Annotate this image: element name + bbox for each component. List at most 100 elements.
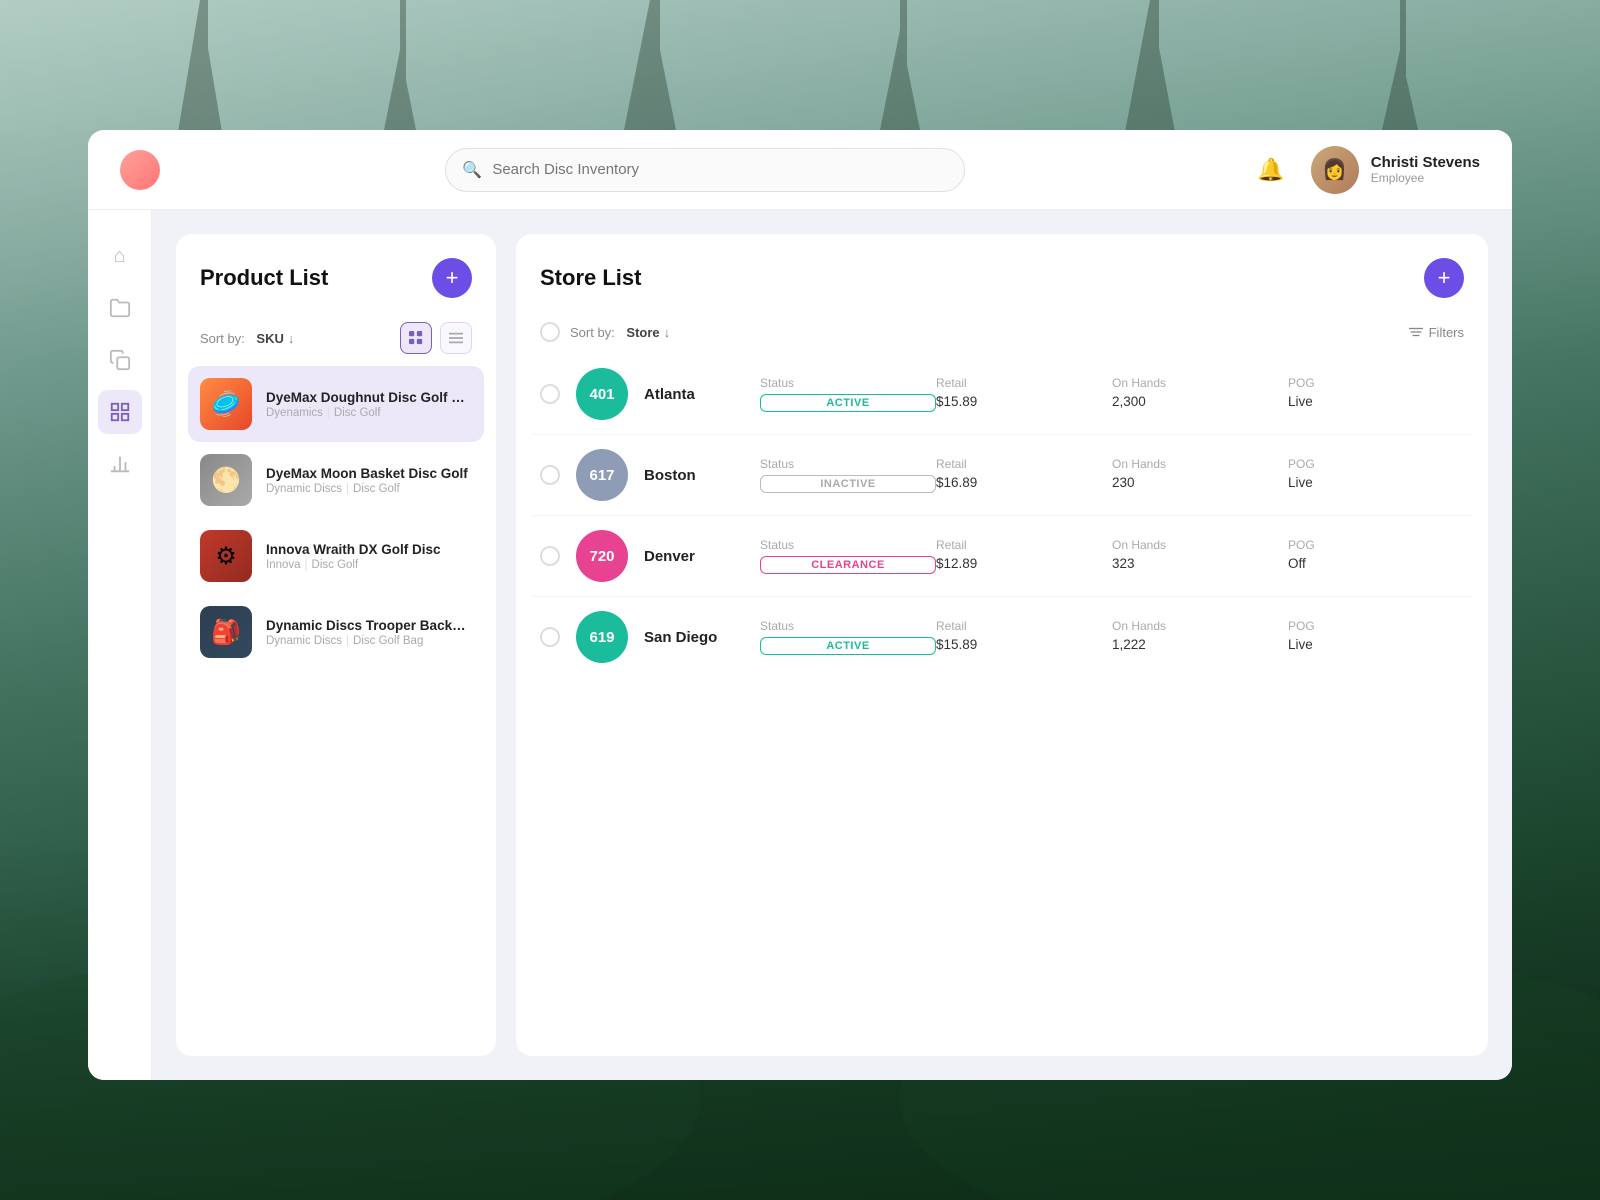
add-product-button[interactable]: + — [432, 258, 472, 298]
product-panel: Product List + Sort by: SKU ↓ — [176, 234, 496, 1056]
meta-separator: | — [327, 407, 330, 419]
product-item[interactable]: 🌕 DyeMax Moon Basket Disc Golf Dynamic D… — [188, 442, 484, 518]
status-badge: INACTIVE — [760, 475, 936, 493]
product-category: Disc Golf — [312, 559, 359, 571]
store-col-onhands: On Hands 323 — [1112, 538, 1288, 574]
store-checkbox[interactable] — [540, 627, 560, 647]
add-store-button[interactable]: + — [1424, 258, 1464, 298]
product-item[interactable]: 🥏 DyeMax Doughnut Disc Golf Disc Dyenami… — [188, 366, 484, 442]
store-item[interactable]: 617 Boston Status INACTIVE Retail $16.89… — [532, 435, 1472, 516]
meta-separator: | — [346, 483, 349, 495]
product-item[interactable]: ⚙ Innova Wraith DX Golf Disc Innova | Di… — [188, 518, 484, 594]
product-name: Dynamic Discs Trooper Backpack — [266, 618, 472, 633]
product-brand: Dyenamics — [266, 407, 323, 419]
retail-value: $15.89 — [936, 637, 1112, 652]
store-col-status: Status ACTIVE — [760, 619, 936, 655]
store-checkbox[interactable] — [540, 384, 560, 404]
store-col-onhands: On Hands 1,222 — [1112, 619, 1288, 655]
onhands-value: 230 — [1112, 475, 1288, 490]
store-item[interactable]: 401 Atlanta Status ACTIVE Retail $15.89 … — [532, 354, 1472, 435]
store-name: Denver — [644, 548, 744, 565]
store-item[interactable]: 720 Denver Status CLEARANCE Retail $12.8… — [532, 516, 1472, 597]
store-sort-left: Sort by: Store ↓ — [540, 322, 670, 342]
product-info: DyeMax Doughnut Disc Golf Disc Dyenamics… — [266, 390, 472, 419]
onhands-value: 323 — [1112, 556, 1288, 571]
col-header-status: Status — [760, 376, 936, 390]
product-thumbnail: 🎒 — [200, 606, 252, 658]
user-role: Employee — [1371, 171, 1480, 185]
product-name: DyeMax Moon Basket Disc Golf — [266, 466, 472, 481]
product-name: Innova Wraith DX Golf Disc — [266, 542, 472, 557]
sidebar-item-home[interactable]: ⌂ — [98, 234, 142, 278]
store-checkbox[interactable] — [540, 546, 560, 566]
product-brand: Dynamic Discs — [266, 635, 342, 647]
retail-value: $16.89 — [936, 475, 1112, 490]
store-col-status: Status CLEARANCE — [760, 538, 936, 574]
retail-value: $12.89 — [936, 556, 1112, 571]
store-col-onhands: On Hands 230 — [1112, 457, 1288, 493]
col-header-status: Status — [760, 538, 936, 552]
avatar: 👩 — [1311, 146, 1359, 194]
product-meta: Dyenamics | Disc Golf — [266, 407, 472, 419]
user-details: Christi Stevens Employee — [1371, 154, 1480, 185]
store-checkbox[interactable] — [540, 465, 560, 485]
search-icon: 🔍 — [462, 160, 482, 180]
product-item[interactable]: 🎒 Dynamic Discs Trooper Backpack Dynamic… — [188, 594, 484, 670]
store-name: Boston — [644, 467, 744, 484]
search-wrap: 🔍 — [176, 148, 1235, 192]
store-col-status: Status INACTIVE — [760, 457, 936, 493]
user-info[interactable]: 👩 Christi Stevens Employee — [1311, 146, 1480, 194]
store-panel-title: Store List — [540, 265, 641, 291]
store-name: Atlanta — [644, 386, 744, 403]
product-list: 🥏 DyeMax Doughnut Disc Golf Disc Dyenami… — [176, 366, 496, 1056]
pog-value: Live — [1288, 637, 1464, 652]
product-meta: Dynamic Discs | Disc Golf — [266, 483, 472, 495]
filters-button[interactable]: Filters — [1409, 325, 1464, 340]
col-header-pog: POG — [1288, 376, 1464, 390]
col-header-retail: Retail — [936, 457, 1112, 471]
header-right: 🔔 👩 Christi Stevens Employee — [1251, 146, 1480, 194]
store-sort-label: Sort by: Store ↓ — [570, 325, 670, 340]
col-header-onhands: On Hands — [1112, 619, 1288, 633]
filters-label: Filters — [1429, 325, 1464, 340]
col-header-retail: Retail — [936, 376, 1112, 390]
status-badge: ACTIVE — [760, 637, 936, 655]
col-header-pog: POG — [1288, 619, 1464, 633]
store-sort-bar: Sort by: Store ↓ Filters — [516, 314, 1488, 354]
store-badge: 720 — [576, 530, 628, 582]
product-sort-bar: Sort by: SKU ↓ — [176, 314, 496, 366]
product-meta: Dynamic Discs | Disc Golf Bag — [266, 635, 472, 647]
col-header-onhands: On Hands — [1112, 376, 1288, 390]
sidebar-item-folder[interactable] — [98, 286, 142, 330]
store-col-retail: Retail $12.89 — [936, 538, 1112, 574]
product-name: DyeMax Doughnut Disc Golf Disc — [266, 390, 472, 405]
sidebar-item-chart[interactable] — [98, 442, 142, 486]
store-badge: 617 — [576, 449, 628, 501]
store-list: 401 Atlanta Status ACTIVE Retail $15.89 … — [516, 354, 1488, 1056]
product-info: Dynamic Discs Trooper Backpack Dynamic D… — [266, 618, 472, 647]
select-all-checkbox[interactable] — [540, 322, 560, 342]
store-col-pog: POG Off — [1288, 538, 1464, 574]
product-category: Disc Golf — [353, 483, 400, 495]
product-panel-title: Product List — [200, 265, 328, 291]
store-cols: Status CLEARANCE Retail $12.89 On Hands … — [760, 538, 1464, 574]
store-cols: Status INACTIVE Retail $16.89 On Hands 2… — [760, 457, 1464, 493]
list-view-button[interactable] — [440, 322, 472, 354]
search-input[interactable] — [492, 161, 948, 178]
sidebar-item-table[interactable] — [98, 390, 142, 434]
product-brand: Innova — [266, 559, 301, 571]
store-item[interactable]: 619 San Diego Status ACTIVE Retail $15.8… — [532, 597, 1472, 677]
col-header-onhands: On Hands — [1112, 457, 1288, 471]
product-info: DyeMax Moon Basket Disc Golf Dynamic Dis… — [266, 466, 472, 495]
onhands-value: 2,300 — [1112, 394, 1288, 409]
grid-view-button[interactable] — [400, 322, 432, 354]
logo — [120, 150, 160, 190]
store-panel-header: Store List + — [516, 234, 1488, 314]
meta-separator: | — [346, 635, 349, 647]
col-header-status: Status — [760, 457, 936, 471]
main-content: Product List + Sort by: SKU ↓ — [152, 210, 1512, 1080]
search-bar[interactable]: 🔍 — [445, 148, 965, 192]
sidebar-item-copy[interactable] — [98, 338, 142, 382]
bell-icon[interactable]: 🔔 — [1251, 150, 1291, 190]
onhands-value: 1,222 — [1112, 637, 1288, 652]
